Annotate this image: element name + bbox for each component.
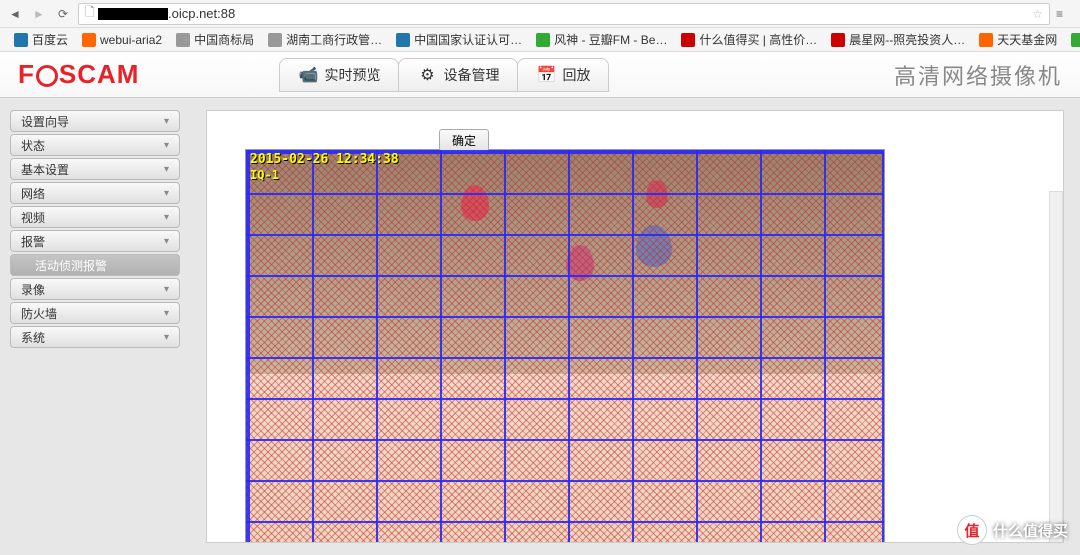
chevron-down-icon: ▾ bbox=[164, 308, 169, 319]
tab-label: 回放 bbox=[562, 65, 590, 85]
main-tab[interactable]: ⚙ 设备管理 bbox=[398, 58, 518, 92]
bookmark-item[interactable]: 风神 - 豆瓣FM - Be… bbox=[530, 29, 673, 50]
sidebar-item[interactable]: 视频 ▾ bbox=[10, 206, 180, 228]
bookmark-favicon bbox=[979, 33, 993, 47]
chevron-down-icon: ▾ bbox=[164, 116, 169, 127]
bookmark-label: 百度云 bbox=[32, 31, 68, 48]
bookmark-favicon bbox=[681, 33, 695, 47]
video-preview[interactable]: 2015-02-26 12:34:38 IQ-1 bbox=[245, 149, 885, 543]
tab-icon: 📅 bbox=[536, 65, 556, 85]
chevron-down-icon: ▾ bbox=[164, 140, 169, 151]
url-redacted bbox=[98, 8, 168, 20]
bookmark-label: 湖南工商行政管… bbox=[286, 31, 382, 48]
sidebar-item[interactable]: 基本设置 ▾ bbox=[10, 158, 180, 180]
sidebar-item[interactable]: 录像 ▾ bbox=[10, 278, 180, 300]
logo-pre: F bbox=[18, 59, 35, 90]
sidebar-item[interactable]: 报警 ▾ bbox=[10, 230, 180, 252]
forward-button[interactable]: ► bbox=[30, 5, 48, 23]
chevron-down-icon: ▾ bbox=[164, 188, 169, 199]
watermark-text: 什么值得买 bbox=[993, 520, 1068, 541]
main-tab[interactable]: 📹 实时预览 bbox=[279, 58, 399, 92]
sidebar-item-label: 基本设置 bbox=[21, 161, 69, 178]
bookmark-favicon bbox=[82, 33, 96, 47]
menu-icon[interactable]: ≡ bbox=[1056, 7, 1074, 21]
bookmark-favicon bbox=[176, 33, 190, 47]
logo-post: SCAM bbox=[59, 59, 140, 90]
reload-button[interactable]: ⟳ bbox=[54, 5, 72, 23]
app-body: 设置向导 ▾ 状态 ▾ 基本设置 ▾ 网络 ▾ 视频 ▾ 报警 ▾ 活动侦测报警录像 ▾ 防火墙 ▾ 系统 ▾ 确… bbox=[0, 98, 1080, 555]
bookmark-label: 中国国家认证认可… bbox=[414, 31, 522, 48]
sidebar-item-label: 活动侦测报警 bbox=[35, 257, 107, 274]
url-text: .oicp.net:88 bbox=[168, 6, 235, 21]
bookmark-item[interactable]: 什么值得买 | 高性价… bbox=[675, 29, 823, 50]
sidebar-item-label: 报警 bbox=[21, 233, 45, 250]
sidebar-item[interactable]: 活动侦测报警 bbox=[10, 254, 180, 276]
watermark: 值 什么值得买 bbox=[957, 515, 1068, 545]
sidebar-item-label: 防火墙 bbox=[21, 305, 57, 322]
chevron-down-icon: ▾ bbox=[164, 212, 169, 223]
bookmark-item[interactable]: webui-aria2 bbox=[76, 31, 168, 49]
app-header: F SCAM 📹 实时预览 ⚙ 设备管理 📅 回放 高清网络摄像机 bbox=[0, 52, 1080, 98]
page-subtitle: 高清网络摄像机 bbox=[894, 59, 1062, 91]
bookmark-item[interactable]: 湖南工商行政管… bbox=[262, 29, 388, 50]
motion-detect-grid[interactable] bbox=[246, 150, 884, 543]
chevron-down-icon: ▾ bbox=[164, 164, 169, 175]
video-timestamp: 2015-02-26 12:34:38 bbox=[250, 152, 399, 167]
video-channel: IQ-1 bbox=[250, 168, 279, 182]
bookmark-favicon bbox=[268, 33, 282, 47]
bookmarks-bar: 百度云 webui-aria2 中国商标局 湖南工商行政管… 中国国家认证认可… 风神 -… bbox=[0, 28, 1080, 52]
sidebar-item-label: 系统 bbox=[21, 329, 45, 346]
sidebar: 设置向导 ▾ 状态 ▾ 基本设置 ▾ 网络 ▾ 视频 ▾ 报警 ▾ 活动侦测报警录像 ▾ 防火墙 ▾ 系统 ▾ bbox=[0, 98, 190, 555]
bookmark-label: 中国商标局 bbox=[194, 31, 254, 48]
tab-label: 设备管理 bbox=[443, 65, 499, 85]
bookmark-favicon bbox=[536, 33, 550, 47]
bookmark-item[interactable]: 中国国家认证认可… bbox=[390, 29, 528, 50]
watermark-badge: 值 bbox=[957, 515, 987, 545]
bookmark-label: 晨星网--照亮投资人… bbox=[849, 31, 965, 48]
sidebar-item[interactable]: 系统 ▾ bbox=[10, 326, 180, 348]
bookmark-item[interactable]: 中国商标局 bbox=[170, 29, 260, 50]
bookmark-favicon bbox=[14, 33, 28, 47]
sidebar-item[interactable]: 状态 ▾ bbox=[10, 134, 180, 156]
bookmark-favicon bbox=[831, 33, 845, 47]
sidebar-item[interactable]: 设置向导 ▾ bbox=[10, 110, 180, 132]
chevron-down-icon: ▾ bbox=[164, 332, 169, 343]
chevron-down-icon: ▾ bbox=[164, 284, 169, 295]
back-button[interactable]: ◄ bbox=[6, 5, 24, 23]
logo: F SCAM bbox=[18, 59, 139, 90]
tab-icon: ⚙ bbox=[417, 65, 437, 85]
browser-nav-bar: ◄ ► ⟳ 🗋 .oicp.net:88 ☆ ≡ bbox=[0, 0, 1080, 28]
url-bar[interactable]: 🗋 .oicp.net:88 ☆ bbox=[78, 3, 1050, 25]
sidebar-item-label: 网络 bbox=[21, 185, 45, 202]
sidebar-item-label: 视频 bbox=[21, 209, 45, 226]
sidebar-item[interactable]: 防火墙 ▾ bbox=[10, 302, 180, 324]
tab-label: 实时预览 bbox=[324, 65, 380, 85]
bookmark-label: 风神 - 豆瓣FM - Be… bbox=[554, 31, 667, 48]
bookmark-label: 天天基金网 bbox=[997, 31, 1057, 48]
sidebar-item[interactable]: 网络 ▾ bbox=[10, 182, 180, 204]
main-panel: 确定 2015-02-26 12:34:38 IQ-1 bbox=[190, 98, 1080, 555]
main-tab[interactable]: 📅 回放 bbox=[517, 58, 609, 92]
logo-o-icon bbox=[36, 65, 58, 87]
bookmark-item[interactable]: 百度云 bbox=[8, 29, 74, 50]
bookmark-item[interactable]: 晨星网--照亮投资人… bbox=[825, 29, 971, 50]
bookmark-item[interactable]: 精品绿色便携软件 bbox=[1065, 29, 1080, 50]
sidebar-item-label: 设置向导 bbox=[21, 113, 69, 130]
ok-button[interactable]: 确定 bbox=[439, 129, 489, 152]
scrollbar[interactable] bbox=[1049, 191, 1063, 543]
bookmark-label: 什么值得买 | 高性价… bbox=[699, 31, 817, 48]
bookmark-item[interactable]: 天天基金网 bbox=[973, 29, 1063, 50]
bookmark-favicon bbox=[1071, 33, 1080, 47]
sidebar-item-label: 录像 bbox=[21, 281, 45, 298]
main-tabs: 📹 实时预览 ⚙ 设备管理 📅 回放 bbox=[279, 58, 608, 92]
bookmark-label: webui-aria2 bbox=[100, 33, 162, 47]
content-panel: 确定 2015-02-26 12:34:38 IQ-1 bbox=[206, 110, 1064, 543]
tab-icon: 📹 bbox=[298, 65, 318, 85]
chevron-down-icon: ▾ bbox=[164, 236, 169, 247]
bookmark-favicon bbox=[396, 33, 410, 47]
bookmark-star-icon[interactable]: ☆ bbox=[1032, 7, 1043, 21]
sidebar-item-label: 状态 bbox=[21, 137, 45, 154]
